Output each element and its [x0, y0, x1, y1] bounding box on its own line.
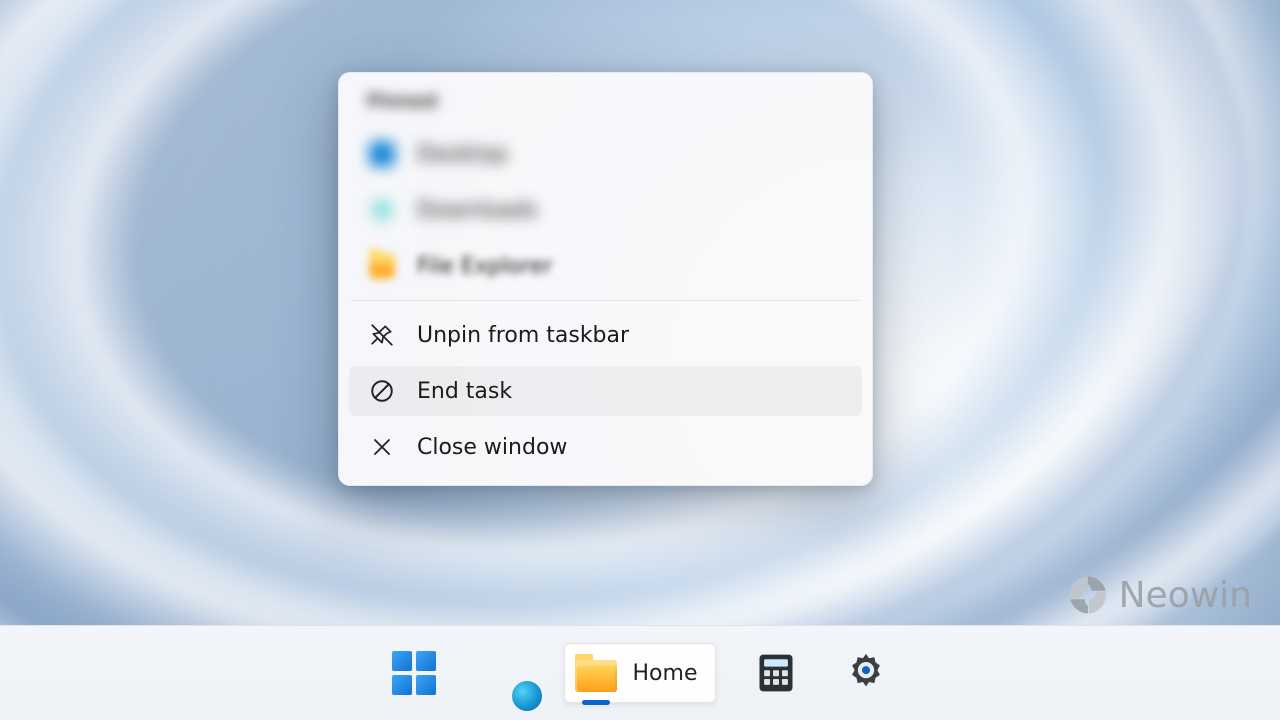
- taskbar: Home: [0, 625, 1280, 720]
- taskbar-start-button[interactable]: [384, 643, 444, 703]
- context-menu-divider: [351, 300, 860, 301]
- gear-icon: [843, 650, 889, 696]
- jump-list-item-desktop[interactable]: Desktop: [349, 129, 862, 179]
- unpin-icon: [367, 320, 397, 350]
- folder-icon: [573, 650, 619, 696]
- jump-list-label: File Explorer: [417, 254, 552, 279]
- calculator-icon: [754, 651, 798, 695]
- active-app-indicator: [582, 700, 610, 705]
- context-menu-item-close-window[interactable]: Close window: [349, 422, 862, 472]
- context-menu-item-label: End task: [417, 379, 512, 404]
- jump-list-item-file-explorer[interactable]: File Explorer: [349, 241, 862, 291]
- context-menu-item-end-task[interactable]: End task: [349, 366, 862, 416]
- watermark-text: Neowin: [1119, 575, 1252, 616]
- taskbar-app-calculator[interactable]: [746, 643, 806, 703]
- neowin-logo-icon: [1067, 574, 1109, 616]
- context-menu-item-label: Unpin from taskbar: [417, 323, 629, 348]
- context-menu-item-unpin[interactable]: Unpin from taskbar: [349, 310, 862, 360]
- taskbar-app-label: Home: [633, 661, 698, 686]
- close-icon: [367, 432, 397, 462]
- windows-start-icon: [392, 651, 436, 695]
- desktop-icon: [367, 139, 397, 169]
- taskbar-context-menu: Pinned Desktop Downloads File Explorer U…: [338, 72, 873, 486]
- watermark: Neowin: [1067, 574, 1252, 616]
- taskbar-app-edge[interactable]: [474, 643, 534, 703]
- folder-icon: [367, 251, 397, 281]
- taskbar-app-file-explorer[interactable]: Home: [564, 643, 717, 703]
- taskbar-app-settings[interactable]: [836, 643, 896, 703]
- context-menu-header: Pinned: [345, 83, 866, 126]
- jump-list-label: Desktop: [417, 142, 508, 167]
- downloads-icon: [367, 195, 397, 225]
- jump-list-item-downloads[interactable]: Downloads: [349, 185, 862, 235]
- jump-list-label: Downloads: [417, 198, 538, 223]
- context-menu-item-label: Close window: [417, 435, 567, 460]
- taskbar-center: Home: [384, 643, 897, 703]
- prohibit-icon: [367, 376, 397, 406]
